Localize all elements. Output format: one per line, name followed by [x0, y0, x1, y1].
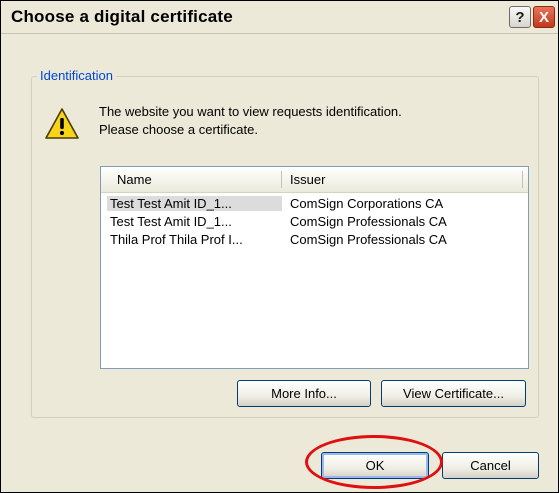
certificate-dialog: Choose a digital certificate ? X Identif…	[0, 0, 559, 493]
certificate-name: Test Test Amit ID_1...	[107, 196, 282, 211]
message-line-2: Please choose a certificate.	[99, 122, 258, 137]
list-header: Name Issuer	[101, 167, 528, 193]
help-icon[interactable]: ?	[509, 6, 531, 28]
certificate-name: Thila Prof Thila Prof I...	[110, 232, 243, 247]
certificate-row[interactable]: Test Test Amit ID_1... ComSign Professio…	[101, 213, 528, 231]
column-header-name[interactable]: Name	[117, 172, 152, 187]
certificate-row[interactable]: Test Test Amit ID_1... ComSign Corporati…	[101, 195, 528, 213]
ok-button[interactable]: OK	[321, 452, 429, 479]
certificate-issuer: ComSign Corporations CA	[290, 196, 444, 211]
message-line-1: The website you want to view requests id…	[99, 104, 402, 119]
certificate-list[interactable]: Name Issuer Test Test Amit ID_1... ComSi…	[100, 166, 529, 369]
more-info-button[interactable]: More Info...	[237, 380, 371, 407]
column-header-issuer[interactable]: Issuer	[290, 172, 325, 187]
title-bar[interactable]: Choose a digital certificate ? X	[1, 1, 558, 34]
cancel-button[interactable]: Cancel	[442, 452, 539, 479]
column-divider[interactable]	[281, 171, 282, 188]
warning-icon	[45, 108, 79, 139]
certificate-rows: Test Test Amit ID_1... ComSign Corporati…	[101, 195, 528, 249]
view-certificate-button[interactable]: View Certificate...	[381, 380, 526, 407]
dialog-title: Choose a digital certificate	[11, 7, 233, 26]
close-icon[interactable]: X	[533, 6, 555, 28]
certificate-issuer: ComSign Professionals CA	[290, 214, 447, 229]
certificate-row[interactable]: Thila Prof Thila Prof I... ComSign Profe…	[101, 231, 528, 249]
column-divider[interactable]	[522, 171, 523, 188]
certificate-issuer: ComSign Professionals CA	[290, 232, 447, 247]
identification-group-label: Identification	[37, 68, 116, 83]
identification-message: The website you want to view requests id…	[99, 103, 402, 139]
certificate-name: Test Test Amit ID_1...	[110, 214, 232, 229]
